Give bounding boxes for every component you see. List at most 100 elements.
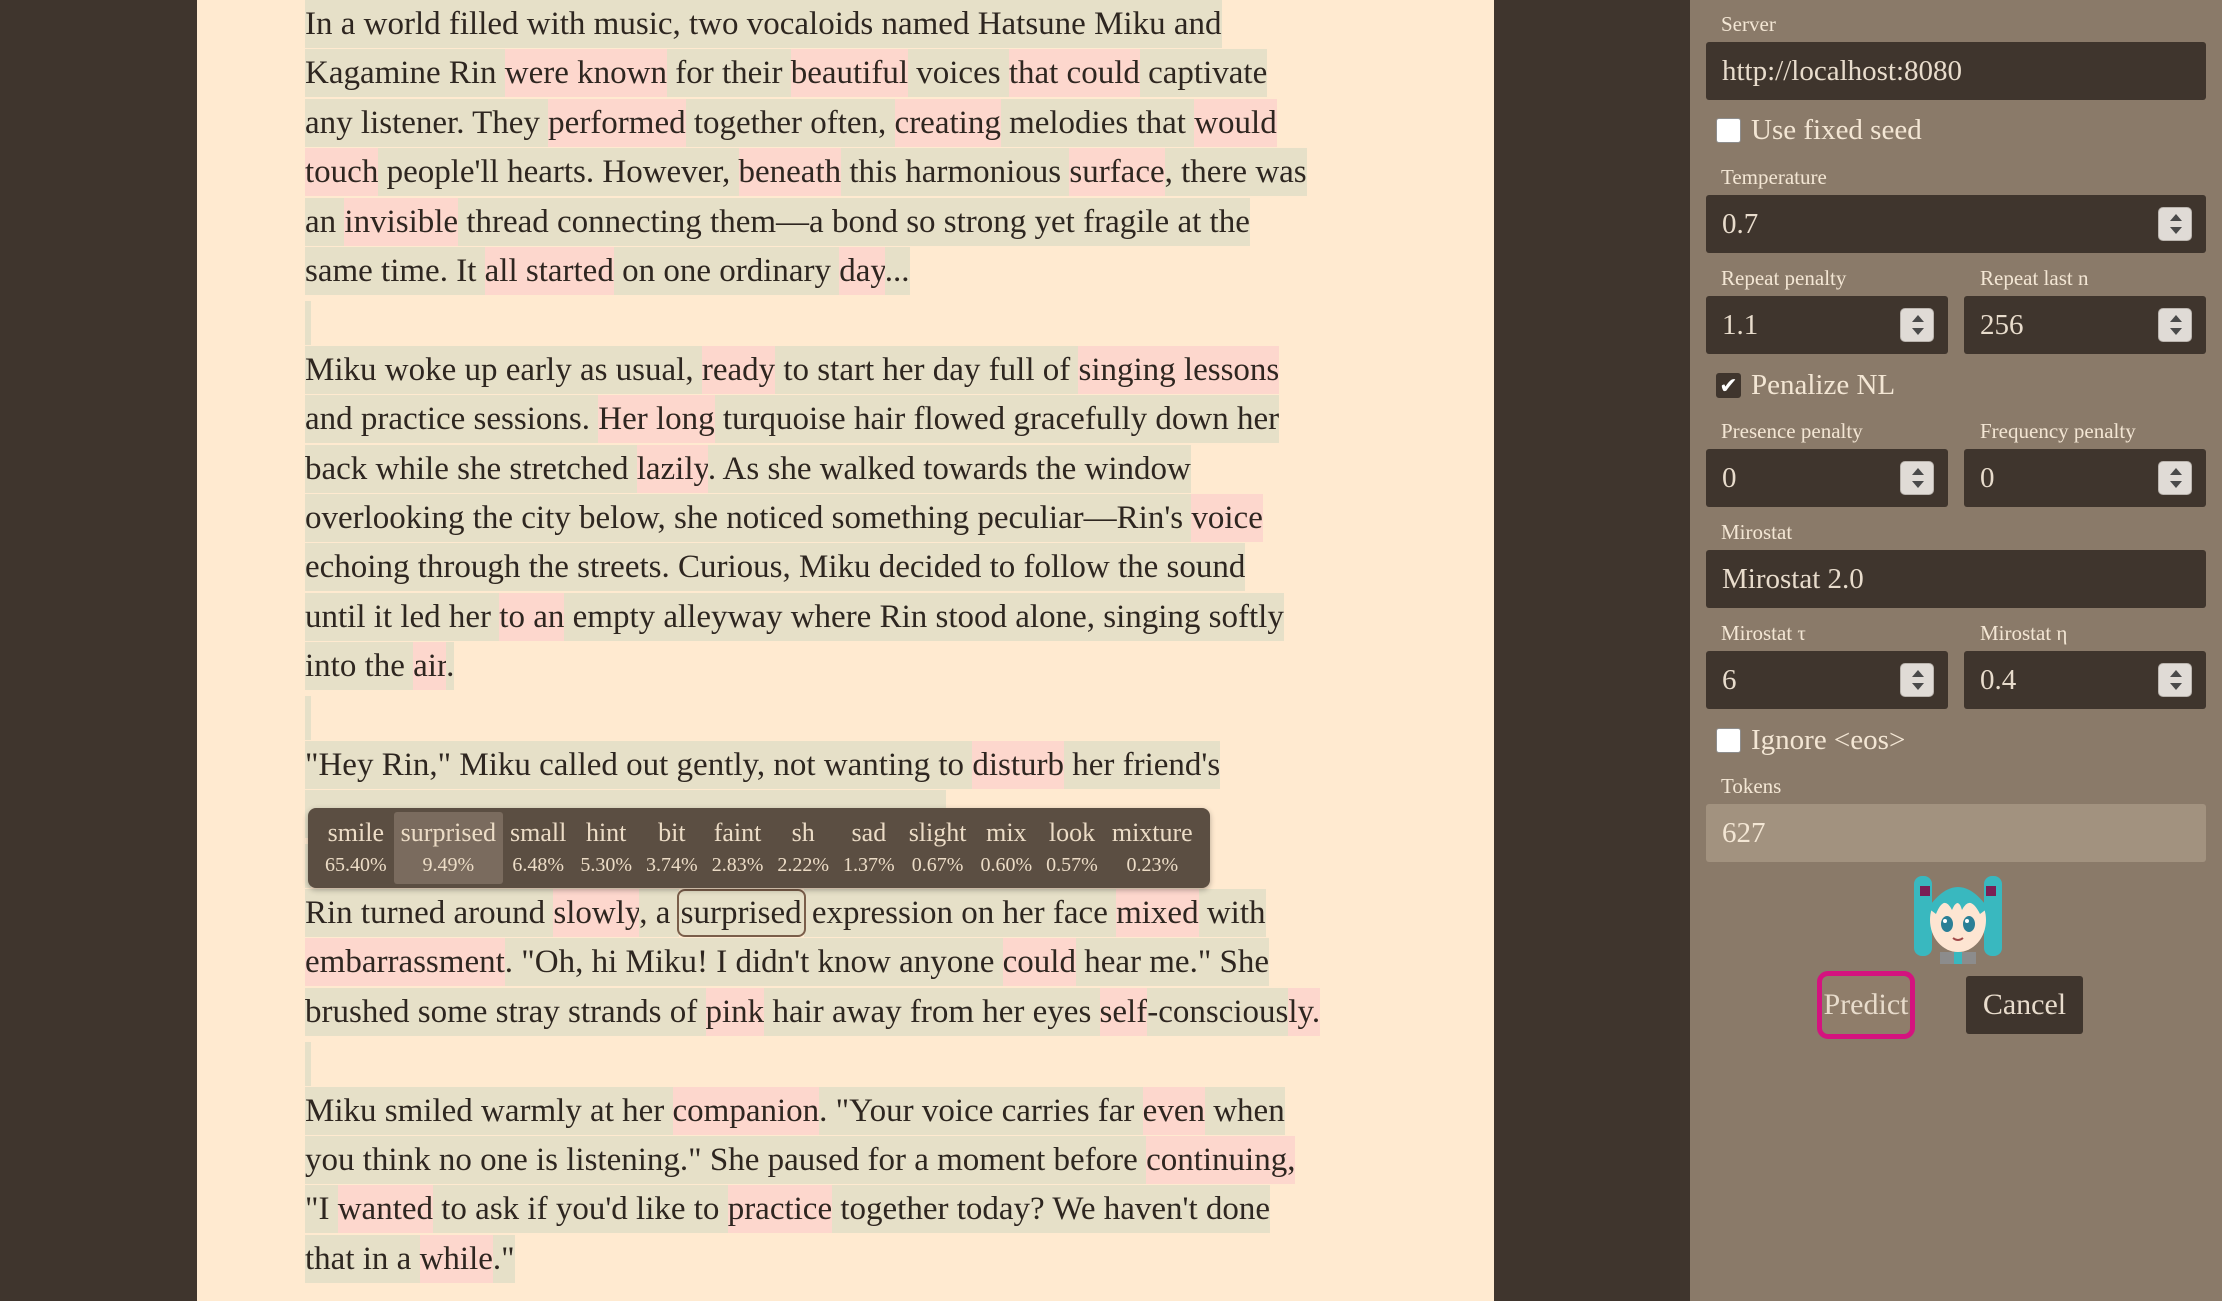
token-option[interactable]: faint 2.83%	[705, 812, 771, 884]
token-option[interactable]: smile 65.40%	[318, 812, 394, 884]
token: self	[1099, 987, 1148, 1036]
story-line: into the air.	[305, 642, 1385, 691]
selected-token[interactable]: surprised	[676, 889, 806, 938]
story-editor[interactable]: In a world filled with music, two vocalo…	[197, 0, 1494, 1301]
mirostat-eta-input[interactable]: 0.4	[1964, 651, 2206, 709]
story-line: Miku smiled warmly at her companion. "Yo…	[305, 1086, 1385, 1136]
story-text[interactable]: In a world filled with music, two vocalo…	[305, 0, 1385, 1284]
frequency-penalty-input[interactable]: 0	[1964, 449, 2206, 507]
token-option[interactable]: bit 3.74%	[639, 812, 705, 884]
token: touch	[305, 148, 379, 197]
token: voice	[1191, 493, 1263, 542]
token: Kagamine Rin	[305, 49, 505, 98]
predict-button[interactable]: Predict	[1817, 971, 1915, 1039]
mirostat-eta-value: 0.4	[1980, 664, 2017, 696]
token: , there was	[1164, 148, 1307, 197]
token-option[interactable]: look 0.57%	[1039, 812, 1105, 884]
presence-penalty-spinner-icon[interactable]	[1900, 461, 1934, 495]
story-line: overlooking the city below, she noticed …	[305, 493, 1385, 543]
token: any listener. They	[305, 98, 549, 147]
penalize-nl-row[interactable]: ✔ Penalize NL	[1716, 369, 1895, 402]
token: and practice sessions.	[305, 395, 599, 444]
token: brushed some stray strands of	[305, 987, 706, 1036]
token: hair away from her eyes	[764, 987, 1100, 1036]
token-option[interactable]: sad 1.37%	[836, 812, 902, 884]
mirostat-tau-input[interactable]: 6	[1706, 651, 1948, 709]
repeat-last-n-input[interactable]: 256	[1964, 296, 2206, 354]
token-option-word: smile	[327, 818, 384, 847]
token-option[interactable]: mixture 0.23%	[1105, 812, 1200, 884]
mirostat-tau-label: Mirostat τ	[1721, 621, 1806, 645]
token: people'll hearts. However,	[378, 148, 739, 197]
story-line: same time. It all started on one ordinar…	[305, 246, 1385, 296]
token: embarrassment	[305, 938, 505, 987]
token-option[interactable]: mix 0.60%	[974, 812, 1040, 884]
story-line: Miku woke up early as usual, ready to st…	[305, 345, 1385, 395]
token-option-word: mixture	[1111, 818, 1193, 847]
token-option-probability: 2.83%	[711, 854, 764, 876]
token-option-word: slight	[908, 818, 967, 847]
ignore-eos-row[interactable]: Ignore <eos>	[1716, 724, 1905, 757]
repeat-last-n-label: Repeat last n	[1980, 266, 2089, 290]
token-option[interactable]: hint 5.30%	[573, 812, 639, 884]
token-option-word: mix	[986, 818, 1027, 847]
middle-gutter	[1494, 0, 1690, 1301]
token: this harmonious	[841, 148, 1070, 197]
miku-avatar-icon	[1914, 876, 2002, 964]
token: to ask if you'd like to	[433, 1185, 728, 1234]
token: thread connecting them—a bond so strong …	[458, 197, 1250, 246]
newline-token	[305, 1041, 311, 1086]
repeat-penalty-input[interactable]: 1.1	[1706, 296, 1948, 354]
token: while	[419, 1234, 493, 1283]
fixed-seed-checkbox[interactable]	[1716, 118, 1741, 143]
ignore-eos-checkbox[interactable]	[1716, 728, 1741, 753]
frequency-penalty-spinner-icon[interactable]	[2158, 461, 2192, 495]
penalize-nl-checkbox[interactable]: ✔	[1716, 373, 1741, 398]
mirostat-eta-spinner-icon[interactable]	[2158, 663, 2192, 697]
token: ...	[884, 246, 910, 295]
presence-penalty-input[interactable]: 0	[1706, 449, 1948, 507]
repeat-penalty-spinner-icon[interactable]	[1900, 308, 1934, 342]
token: back while she stretched	[305, 444, 637, 493]
token: slowly	[553, 889, 640, 938]
token: . "Your voice carries far	[819, 1086, 1143, 1135]
mirostat-select[interactable]: Mirostat 2.0	[1706, 550, 2206, 608]
story-line: "Hey Rin," Miku called out gently, not w…	[305, 740, 1385, 790]
repeat-penalty-label: Repeat penalty	[1721, 266, 1847, 290]
fixed-seed-row[interactable]: Use fixed seed	[1716, 114, 1922, 147]
mirostat-eta-label: Mirostat η	[1980, 621, 2068, 645]
story-line: Kagamine Rin were known for their beauti…	[305, 49, 1385, 98]
frequency-penalty-label: Frequency penalty	[1980, 419, 2136, 443]
token: that could	[1008, 49, 1140, 98]
token: pink	[705, 987, 765, 1036]
server-input[interactable]: http://localhost:8080	[1706, 42, 2206, 100]
token: day	[839, 246, 885, 295]
token: on one ordinary	[613, 246, 840, 295]
repeat-last-n-value: 256	[1980, 309, 2024, 341]
token: Rin turned around	[305, 889, 554, 938]
temperature-spinner-icon[interactable]	[2158, 207, 2192, 241]
story-line: In a world filled with music, two vocalo…	[305, 0, 1385, 49]
temperature-value: 0.7	[1722, 208, 1759, 240]
cancel-button[interactable]: Cancel	[1966, 976, 2083, 1034]
token: for their	[667, 49, 791, 98]
token-option[interactable]: sh 2.22%	[770, 812, 836, 884]
token-option[interactable]: small 6.48%	[503, 812, 573, 884]
repeat-last-n-spinner-icon[interactable]	[2158, 308, 2192, 342]
temperature-input[interactable]: 0.7	[1706, 195, 2206, 253]
fixed-seed-label: Use fixed seed	[1751, 114, 1922, 146]
token-option[interactable]: surprised 9.49%	[393, 812, 503, 884]
penalize-nl-label: Penalize NL	[1751, 369, 1896, 401]
token-option-probability: 2.22%	[777, 854, 830, 876]
token: In a world filled with music, two vocalo…	[305, 0, 1222, 48]
token: would	[1194, 98, 1277, 147]
mirostat-tau-spinner-icon[interactable]	[1900, 663, 1934, 697]
token-option[interactable]: slight 0.67%	[902, 812, 974, 884]
token: ."	[492, 1234, 515, 1283]
frequency-penalty-value: 0	[1980, 462, 1995, 494]
token: expression on her face	[803, 889, 1117, 938]
token: Her long	[598, 395, 715, 444]
story-line: back while she stretched lazily. As she …	[305, 444, 1385, 494]
repeat-penalty-value: 1.1	[1722, 309, 1759, 341]
token: until it led her	[305, 592, 500, 641]
